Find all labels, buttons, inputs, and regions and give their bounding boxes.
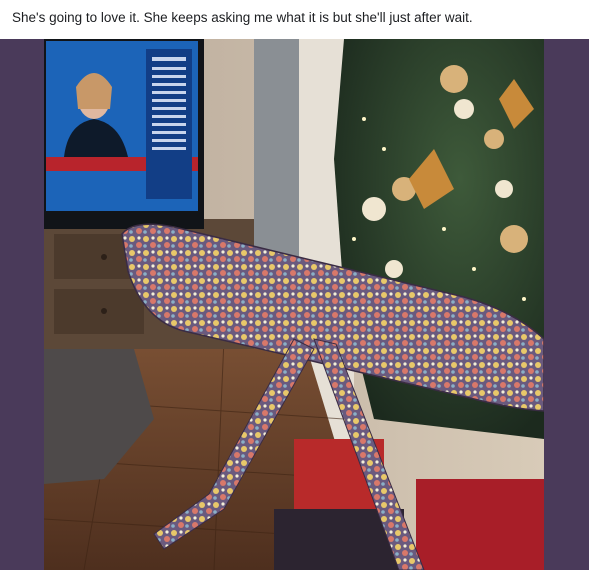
post-photo[interactable] [44,39,544,570]
present-red-large [416,479,544,570]
post-caption: She's going to love it. She keeps asking… [12,10,473,25]
social-post: She's going to love it. She keeps asking… [0,0,589,570]
post-image-frame[interactable] [0,39,589,570]
photo-illustration [44,39,544,570]
